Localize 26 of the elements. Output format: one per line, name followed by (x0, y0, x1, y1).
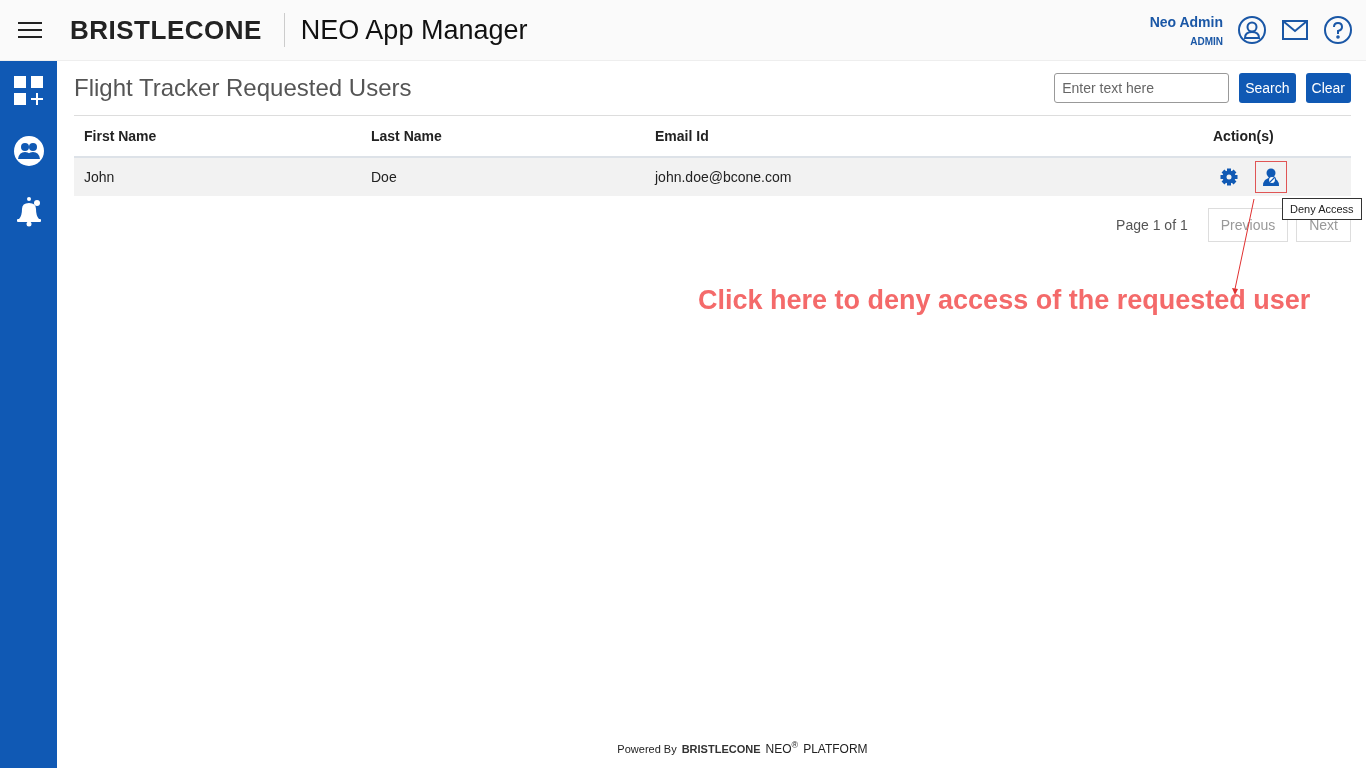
user-name: Neo Admin (1149, 13, 1223, 30)
help-icon[interactable] (1323, 15, 1353, 45)
page-title: Flight Tracker Requested Users (74, 74, 413, 102)
search-field[interactable]: Enter text here (1054, 73, 1230, 103)
platform-text: PLATFORM (803, 742, 868, 756)
annotation-text: Click here to deny access of the requested user (698, 285, 1311, 316)
app-title: NEO App Manager (300, 14, 528, 46)
blocked-user-icon (1261, 167, 1281, 187)
footer-logo: BRISTLECONE (681, 743, 761, 755)
dashboard-add-icon[interactable] (12, 75, 45, 107)
company-logo: BRISTLECONE (70, 13, 285, 47)
tooltip: Deny Access (1282, 198, 1362, 220)
search-button[interactable]: Search (1239, 73, 1296, 103)
deny-access-button[interactable] (1255, 161, 1287, 193)
user-role: ADMIN (1190, 35, 1223, 47)
page-info: Page 1 of 1 (1116, 217, 1188, 233)
user-icon[interactable] (1237, 15, 1267, 45)
clear-button[interactable]: Clear (1305, 73, 1351, 103)
table-cell: Doe (361, 157, 645, 196)
product-name: NEO$^{®}$ (765, 740, 799, 756)
table-cell: John (74, 157, 361, 196)
users-icon[interactable] (12, 135, 45, 167)
menu-icon[interactable] (18, 21, 42, 39)
powered-by-text: Powered By (617, 743, 677, 755)
table-cell: john.doe@bcone.com (645, 157, 1203, 196)
gear-icon (1219, 167, 1239, 187)
